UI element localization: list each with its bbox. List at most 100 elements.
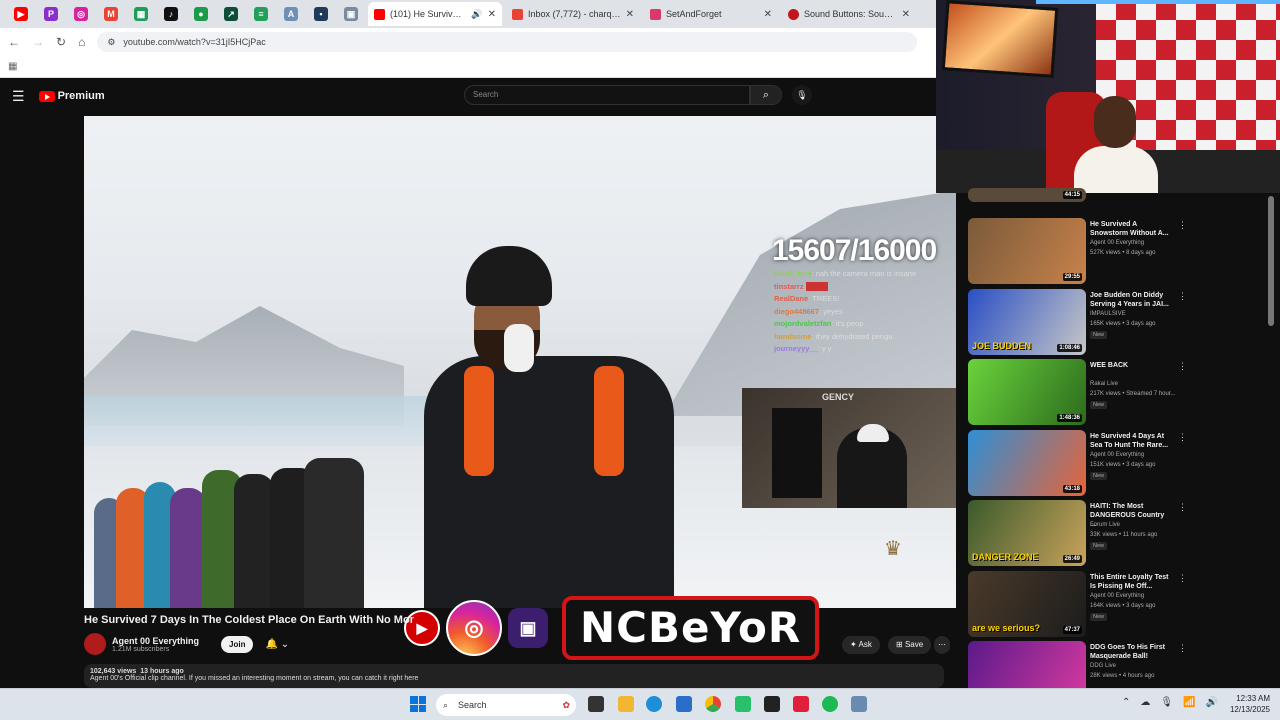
channel-watermark-icon: ♛ xyxy=(884,538,902,560)
recommended-video-partial[interactable]: 44:15 xyxy=(968,188,1268,202)
more-options-icon[interactable]: ⋮ xyxy=(1178,220,1187,231)
more-options-icon[interactable]: ⋮ xyxy=(1178,432,1187,443)
pinned-tab-dark[interactable]: ▪ xyxy=(308,3,334,25)
reload-icon[interactable]: ↻ xyxy=(56,35,66,49)
pinned-tab-docs[interactable]: ≡ xyxy=(248,3,274,25)
recommended-video[interactable]: JOE BUDDEN 1:08:46 Joe Budden On Diddy Ser… xyxy=(968,288,1268,355)
back-icon[interactable]: ← xyxy=(8,35,20,49)
close-tab-icon[interactable]: ✕ xyxy=(626,9,634,20)
recommended-video[interactable]: 43:18 He Survived 4 Days At Sea To Hunt T… xyxy=(968,429,1268,496)
chrome-icon[interactable] xyxy=(705,696,721,712)
more-options-icon[interactable]: ⋮ xyxy=(1178,643,1187,654)
forward-icon[interactable]: → xyxy=(32,35,44,49)
windows-start-icon[interactable] xyxy=(410,696,426,712)
ask-button[interactable]: ✦ Ask xyxy=(842,636,880,654)
twitch-brand-icon: ▣ xyxy=(508,608,548,648)
save-button[interactable]: ⊞ Save xyxy=(888,636,932,654)
notification-bell-icon[interactable]: 🔔 ⌄ xyxy=(265,639,289,650)
dark-app-icon: ▪ xyxy=(314,7,328,21)
store-icon[interactable] xyxy=(676,696,692,712)
youtube-premium-logo[interactable]: Premium xyxy=(38,90,105,102)
video-thumbnail[interactable]: 43:18 xyxy=(968,429,1086,496)
microphone-icon: 🎙 xyxy=(796,90,808,100)
spotify-icon[interactable] xyxy=(822,696,838,712)
search-button[interactable]: ⌕ xyxy=(750,85,782,105)
description-box[interactable]: 102,643 views 13 hours ago Agent 00's Of… xyxy=(84,664,944,688)
close-tab-icon[interactable]: ✕ xyxy=(902,9,910,20)
close-tab-icon[interactable]: ✕ xyxy=(764,9,772,20)
obs-icon[interactable] xyxy=(764,696,780,712)
task-view-icon[interactable] xyxy=(588,696,604,712)
file-explorer-icon[interactable] xyxy=(618,696,634,712)
circle-app-icon: ● xyxy=(194,7,208,21)
more-actions-icon[interactable]: ⋯ xyxy=(934,636,950,654)
chat-line: journeyyy__: y y xyxy=(774,344,832,353)
join-button[interactable]: Join xyxy=(221,635,254,653)
pinned-tab-tiktok[interactable]: ♪ xyxy=(158,3,184,25)
sidebar-scrollbar[interactable] xyxy=(1268,196,1274,326)
tab-gmail-inbox[interactable]: Inbox (7,772) - charqoalg ✕ xyxy=(506,2,640,26)
video-player[interactable]: 15607/16000 black_fury: nah the camera m… xyxy=(84,116,956,608)
pinned-tab-sheets[interactable]: ▦ xyxy=(128,3,154,25)
thumbnail-label: are we serious? xyxy=(972,622,1041,633)
app-photos-icon[interactable] xyxy=(851,696,867,712)
view-stats: 102,643 views 13 hours ago xyxy=(90,668,184,675)
chat-line: black_fury: nah the camera man is insane xyxy=(774,269,917,278)
pinned-tab-photo[interactable]: ▣ xyxy=(338,3,364,25)
recommended-video[interactable]: are we serious? 47:37 This Entire Loyalty … xyxy=(968,570,1268,637)
video-duration: 43:18 xyxy=(1062,484,1082,493)
edge-icon[interactable] xyxy=(646,696,662,712)
sf-favicon-icon xyxy=(650,8,661,20)
pinned-tab-instagram[interactable]: ◎ xyxy=(68,3,94,25)
chat-line: RealDane: TREES! xyxy=(774,294,840,303)
hamburger-menu-icon[interactable]: ☰ xyxy=(12,88,25,105)
sound-favicon-icon xyxy=(788,8,799,20)
app-green-icon[interactable] xyxy=(735,696,751,712)
chat-line: mojordvaletzfan: it's peop xyxy=(774,319,864,328)
taskbar-search[interactable]: ⌕ Search ✿ xyxy=(436,694,576,716)
site-info-icon[interactable]: ⚙ xyxy=(107,37,115,48)
pinned-tab-green[interactable]: ● xyxy=(188,3,214,25)
url-field[interactable]: ⚙ youtube.com/watch?v=31jI5HCjPac xyxy=(97,32,918,52)
new-badge: New xyxy=(1090,471,1108,480)
taskbar-clock[interactable]: 12:33 AM 12/13/2025 xyxy=(1230,693,1270,715)
pinned-tab-translate[interactable]: A xyxy=(278,3,304,25)
youtube-icon: ▶ xyxy=(14,7,28,21)
search-input[interactable]: Search xyxy=(464,85,750,105)
pinned-tab-youtube[interactable]: ▶ xyxy=(8,3,34,25)
video-thumbnail[interactable]: DANGER ZONE 26:49 xyxy=(968,500,1086,566)
video-thumbnail[interactable]: 1:48:36 xyxy=(968,359,1086,425)
system-tray[interactable]: ⌃☁🎙📶🔊 xyxy=(1122,697,1228,708)
url-text: youtube.com/watch?v=31jI5HCjPac xyxy=(123,37,266,47)
voice-search-button[interactable]: 🎙 xyxy=(792,85,812,105)
more-options-icon[interactable]: ⋮ xyxy=(1178,502,1187,513)
tab-youtube-video[interactable]: (101) He Survived 7 D 🔊 ✕ xyxy=(368,2,502,26)
tab-sound-buttons[interactable]: Sound Buttons: Sound B ✕ xyxy=(782,2,916,26)
more-options-icon[interactable]: ⋮ xyxy=(1178,573,1187,584)
tab-title: Sound Buttons: Sound B xyxy=(804,9,897,19)
pinned-tab-p[interactable]: P xyxy=(38,3,64,25)
gmail-icon: M xyxy=(104,7,118,21)
video-thumbnail[interactable]: JOE BUDDEN 1:08:46 xyxy=(968,288,1086,355)
more-options-icon[interactable]: ⋮ xyxy=(1178,291,1187,302)
video-title: He Survived 4 Days At Sea To Hunt The Ra… xyxy=(1090,432,1169,449)
arrow-app-icon: ↗ xyxy=(224,7,238,21)
app-red-icon[interactable] xyxy=(793,696,809,712)
recommended-video[interactable]: 29:55 He Survived A Snowstorm Without A..… xyxy=(968,218,1268,284)
recommended-video[interactable]: 1:48:36 WEE BACK Rakai Live 217K views • St… xyxy=(968,359,1268,425)
home-icon[interactable]: ⌂ xyxy=(78,35,85,49)
channel-name[interactable]: Agent 00 Everything xyxy=(112,636,199,646)
video-thumbnail[interactable]: 29:55 xyxy=(968,218,1086,284)
pinned-tab-gmail[interactable]: M xyxy=(98,3,124,25)
close-tab-icon[interactable]: ✕ xyxy=(488,9,496,20)
video-meta: 164K views • 3 days ago xyxy=(1090,602,1156,609)
channel-name: DDG Live xyxy=(1090,663,1117,669)
recommended-video[interactable]: DANGER ZONE 26:49 HAITI: The Most DANGEROU… xyxy=(968,500,1268,566)
more-options-icon[interactable]: ⋮ xyxy=(1178,361,1187,372)
tab-setandforget[interactable]: SetAndForget ✕ xyxy=(644,2,778,26)
video-thumbnail[interactable]: are we serious? 47:37 xyxy=(968,570,1086,637)
pinned-tab-arrow[interactable]: ↗ xyxy=(218,3,244,25)
apps-grid-icon[interactable]: ▦ xyxy=(8,61,17,72)
channel-row: Agent 00 Everything 1.21M subscribers Jo… xyxy=(84,632,289,656)
channel-avatar[interactable] xyxy=(84,633,106,655)
